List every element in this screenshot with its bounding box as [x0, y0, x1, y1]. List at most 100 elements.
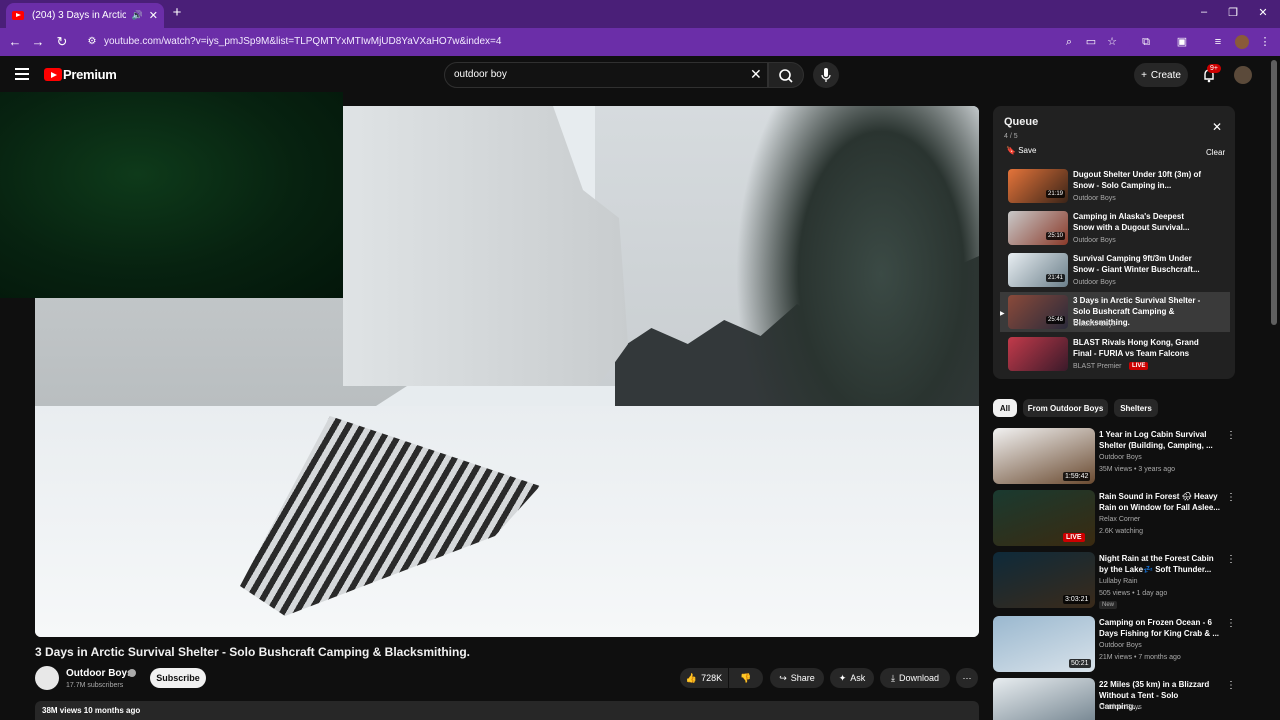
search-icon — [779, 69, 793, 83]
page-scrollbar[interactable] — [1271, 60, 1277, 325]
download-label: Download — [898, 673, 939, 683]
like-button[interactable]: 👍 728K — [680, 668, 728, 688]
chip-shelters[interactable]: Shelters — [1114, 399, 1158, 417]
chip-all[interactable]: All — [993, 399, 1017, 417]
create-label: Create — [1150, 69, 1181, 81]
recommended-title[interactable]: Night Rain at the Forest Cabin by the La… — [1099, 553, 1221, 575]
recommended-meta: 505 views • 1 day ago — [1099, 590, 1168, 597]
channel-avatar[interactable] — [35, 666, 59, 690]
live-badge: LIVE — [1063, 533, 1085, 542]
verified-icon — [128, 669, 136, 677]
share-icon: ↪ — [779, 672, 787, 683]
bookmark-star-icon[interactable]: ☆ — [1105, 35, 1119, 49]
bookmark-icon: 🔖 — [1006, 146, 1019, 155]
more-options-icon[interactable]: ⋮ — [1226, 618, 1236, 629]
recommended-meta: 2.6K watching — [1099, 528, 1143, 535]
subscribe-button[interactable]: Subscribe — [150, 668, 206, 688]
queue-position: 4 / 5 — [1004, 133, 1018, 140]
recommended-channel[interactable]: Outdoor Boys — [1099, 642, 1142, 649]
video-duration: 1:59:42 — [1063, 472, 1091, 481]
recommended-title[interactable]: 1 Year in Log Cabin Survival Shelter (Bu… — [1099, 429, 1221, 451]
browser-tab[interactable]: (204) 3 Days in Arctic Survi 🔊 ✕ — [6, 3, 164, 28]
queue-thumbnail — [1008, 337, 1068, 371]
webcam-overlay — [0, 92, 343, 298]
channel-name[interactable]: Outdoor Boys — [66, 668, 133, 679]
queue-item-title: Survival Camping 9ft/3m Under Snow - Gia… — [1073, 254, 1200, 274]
clear-search-icon[interactable]: ✕ — [750, 66, 762, 83]
more-options-icon[interactable]: ⋮ — [1226, 430, 1236, 441]
cast-icon[interactable]: ▭ — [1084, 35, 1098, 49]
media-icon[interactable]: ≡ — [1211, 35, 1225, 49]
queue-item-channel: Outdoor Boys — [1073, 279, 1116, 286]
minimize-icon[interactable]: – — [1197, 6, 1211, 18]
chip-from-channel[interactable]: From Outdoor Boys — [1023, 399, 1108, 417]
tab-title: (204) 3 Days in Arctic Survi — [32, 10, 126, 21]
queue-item-title: Camping in Alaska's Deepest Snow with a … — [1073, 212, 1190, 232]
site-info-icon[interactable]: ⚙ — [84, 34, 100, 50]
queue-duration: 21:19 — [1046, 190, 1066, 198]
microphone-icon — [821, 68, 831, 82]
profile-icon[interactable] — [1235, 35, 1249, 49]
recommended-thumbnail[interactable] — [993, 678, 1095, 720]
description-box[interactable] — [35, 701, 979, 720]
create-button[interactable]: + Create — [1134, 63, 1188, 87]
forward-icon[interactable]: → — [30, 34, 46, 50]
thumbs-down-icon: 👎 — [740, 672, 752, 683]
more-options-icon[interactable]: ⋮ — [1226, 680, 1236, 691]
browser-tab-strip — [0, 0, 1280, 28]
queue-item-channel: BLAST Premier — [1073, 363, 1122, 370]
url-text[interactable]: youtube.com/watch?v=iys_pmJSp9M&list=TLP… — [104, 36, 501, 47]
queue-title: Queue — [1004, 116, 1039, 128]
search-button[interactable] — [768, 62, 804, 88]
more-options-icon[interactable]: ⋮ — [1226, 492, 1236, 503]
recommended-channel[interactable]: Relax Corner — [1099, 516, 1140, 523]
zoom-icon[interactable]: ⌕ — [1062, 35, 1076, 49]
logo-text[interactable]: Premium — [63, 67, 117, 82]
recommended-channel[interactable]: Outdoor Boys — [1099, 454, 1142, 461]
sidepanel-icon[interactable]: ▣ — [1175, 35, 1189, 49]
share-button[interactable]: ↪ Share — [770, 668, 824, 688]
ask-label: Ask — [850, 673, 866, 683]
notification-badge: 9+ — [1207, 64, 1221, 73]
queue-duration: 25:46 — [1046, 316, 1066, 324]
back-icon[interactable]: ← — [7, 34, 23, 50]
recommended-channel[interactable]: Outdoor Boys — [1099, 704, 1142, 711]
extensions-icon[interactable]: ⧉ — [1139, 35, 1153, 49]
video-duration: 3:03:21 — [1063, 595, 1091, 604]
queue-item-title: BLAST Rivals Hong Kong, Grand Final - FU… — [1073, 338, 1199, 358]
account-avatar[interactable] — [1234, 66, 1252, 84]
recommended-title[interactable]: Camping on Frozen Ocean - 6 Days Fishing… — [1099, 617, 1221, 639]
recommended-meta: 35M views • 3 years ago — [1099, 466, 1175, 473]
clear-queue-button[interactable]: Clear — [1206, 148, 1225, 157]
close-queue-icon[interactable]: ✕ — [1212, 120, 1222, 134]
plus-icon: + — [1141, 69, 1147, 81]
download-button[interactable]: ⤓ Download — [880, 668, 950, 688]
ask-button[interactable]: ✦ Ask — [830, 668, 874, 688]
dislike-button[interactable]: 👎 — [729, 668, 763, 688]
youtube-logo-icon[interactable] — [44, 68, 62, 81]
more-horizontal-icon: ⋯ — [962, 672, 972, 683]
recommended-channel[interactable]: Lullaby Rain — [1099, 578, 1138, 585]
menu-kebab-icon[interactable]: ⋮ — [1258, 35, 1272, 49]
more-actions-button[interactable]: ⋯ — [956, 668, 978, 688]
new-badge: New — [1099, 601, 1118, 609]
close-tab-icon[interactable]: ✕ — [149, 9, 158, 22]
recommended-meta: 21M views • 7 months ago — [1099, 654, 1181, 661]
speaker-icon[interactable]: 🔊 — [132, 10, 143, 21]
voice-search-button[interactable] — [813, 62, 839, 88]
sparkle-icon: ✦ — [838, 672, 847, 683]
new-tab-icon[interactable]: + — [170, 5, 184, 21]
queue-item-channel: Outdoor Boys — [1073, 321, 1116, 328]
queue-item-title: Dugout Shelter Under 10ft (3m) of Snow -… — [1073, 170, 1202, 190]
share-label: Share — [790, 673, 815, 683]
queue-item-channel: Outdoor Boys — [1073, 195, 1116, 202]
save-queue-button[interactable]: 🔖 Save — [1006, 146, 1036, 155]
search-value[interactable]: outdoor boy — [454, 69, 507, 80]
reload-icon[interactable]: ↻ — [54, 34, 70, 50]
more-options-icon[interactable]: ⋮ — [1226, 554, 1236, 565]
views-and-date: 38M views 10 months ago — [42, 706, 141, 715]
hamburger-menu-icon[interactable] — [15, 68, 29, 80]
close-window-icon[interactable]: ✕ — [1256, 6, 1270, 19]
maximize-icon[interactable]: ❐ — [1226, 6, 1240, 19]
recommended-title[interactable]: Rain Sound in Forest 🌧 Heavy Rain on Win… — [1099, 491, 1221, 513]
